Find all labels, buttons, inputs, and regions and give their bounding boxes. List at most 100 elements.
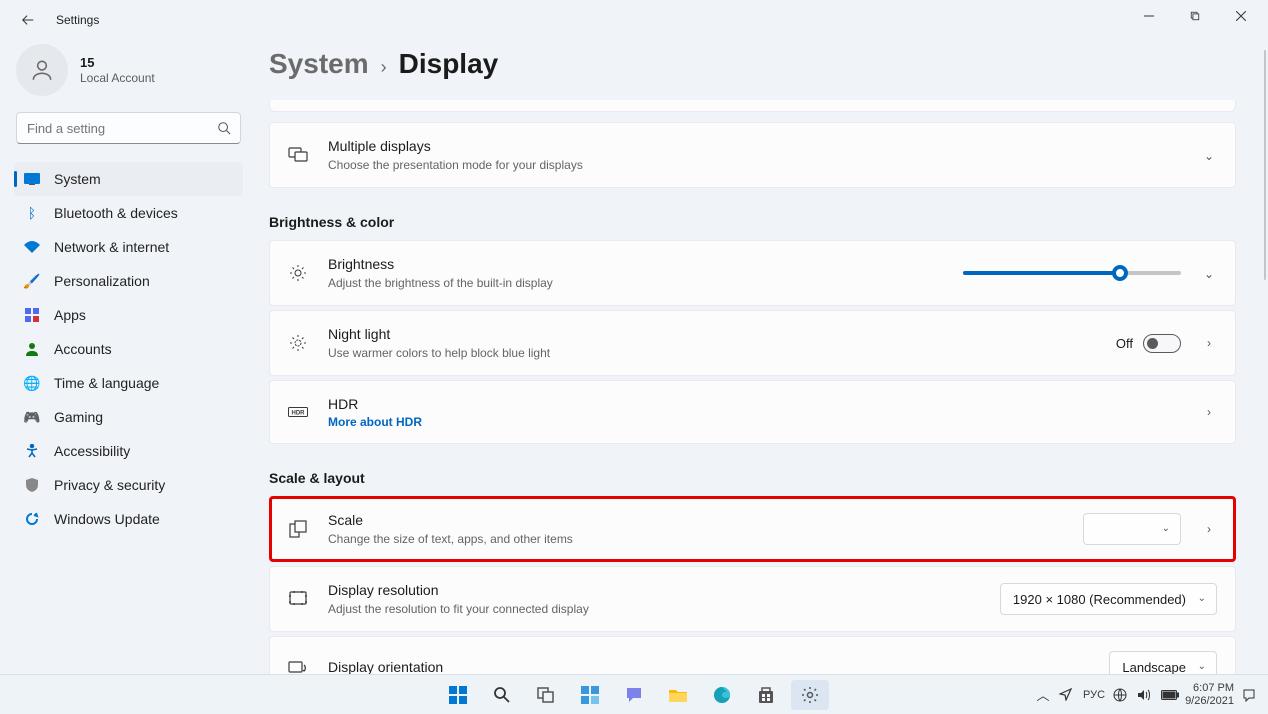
taskbar: ︿ РУС 6:07 PM 9/26/2021	[0, 674, 1268, 714]
breadcrumb-current: Display	[399, 48, 499, 80]
card-title: Brightness	[328, 255, 943, 273]
card-desc: Use warmer colors to help block blue lig…	[328, 345, 1096, 361]
edge-button[interactable]	[703, 680, 741, 710]
breadcrumb: System › Display	[269, 48, 1236, 80]
back-button[interactable]	[12, 4, 44, 36]
notifications-icon[interactable]	[1242, 688, 1258, 702]
brush-icon: 🖌️	[24, 273, 40, 289]
nav-item-time[interactable]: 🌐 Time & language	[14, 366, 243, 400]
nav-item-network[interactable]: Network & internet	[14, 230, 243, 264]
profile-name: 15	[80, 55, 155, 71]
nav-item-update[interactable]: Windows Update	[14, 502, 243, 536]
nav-item-personalization[interactable]: 🖌️ Personalization	[14, 264, 243, 298]
hdr-icon: HDR	[288, 402, 308, 422]
system-tray[interactable]: ︿ РУС 6:07 PM 9/26/2021	[1035, 675, 1258, 714]
globe-icon: 🌐	[24, 375, 40, 391]
display-icon	[24, 171, 40, 187]
night-light-toggle[interactable]	[1143, 334, 1181, 353]
card-hdr[interactable]: HDR HDR More about HDR ›	[269, 380, 1236, 444]
nav-label: Accessibility	[54, 443, 130, 459]
chevron-right-icon: ›	[1201, 405, 1217, 419]
tray-chevron-icon[interactable]: ︿	[1035, 685, 1051, 704]
nav-item-accessibility[interactable]: Accessibility	[14, 434, 243, 468]
chevron-down-icon: ⌄	[1201, 149, 1217, 163]
chevron-right-icon: ›	[1201, 336, 1217, 350]
chevron-down-icon: ⌄	[1198, 661, 1206, 672]
nav-label: Gaming	[54, 409, 103, 425]
brightness-slider[interactable]	[963, 271, 1181, 275]
card-title: Scale	[328, 511, 1063, 529]
toggle-label: Off	[1116, 336, 1133, 351]
clock[interactable]: 6:07 PM 9/26/2021	[1185, 682, 1234, 708]
card-scale[interactable]: Scale Change the size of text, apps, and…	[269, 496, 1236, 562]
search-input[interactable]	[16, 112, 241, 144]
search-container	[16, 112, 241, 144]
scale-dropdown[interactable]: ⌄	[1083, 513, 1181, 545]
taskview-button[interactable]	[527, 680, 565, 710]
resolution-icon	[288, 589, 308, 609]
nav-label: Time & language	[54, 375, 159, 391]
nav-label: Accounts	[54, 341, 112, 357]
minimize-button[interactable]	[1126, 0, 1172, 32]
card-brightness[interactable]: Brightness Adjust the brightness of the …	[269, 240, 1236, 306]
nav-item-accounts[interactable]: Accounts	[14, 332, 243, 366]
chevron-down-icon: ⌄	[1162, 523, 1170, 534]
nav-label: Personalization	[54, 273, 150, 289]
section-brightness: Brightness & color	[269, 214, 1236, 230]
nav-label: Network & internet	[54, 239, 169, 255]
card-orientation[interactable]: Display orientation Landscape⌄	[269, 636, 1236, 674]
card-title: HDR	[328, 395, 1181, 413]
sidebar: 15 Local Account System ᛒ Bluetooth & dev…	[0, 40, 255, 674]
language-indicator[interactable]: РУС	[1083, 689, 1105, 701]
card-title: Display resolution	[328, 581, 980, 599]
location-icon[interactable]	[1059, 688, 1075, 701]
section-scale: Scale & layout	[269, 470, 1236, 486]
settings-button[interactable]	[791, 680, 829, 710]
nav-item-privacy[interactable]: Privacy & security	[14, 468, 243, 502]
close-button[interactable]	[1218, 0, 1264, 32]
profile-block[interactable]: 15 Local Account	[14, 40, 243, 110]
nav-list: System ᛒ Bluetooth & devices Network & in…	[14, 162, 243, 536]
apps-icon	[24, 307, 40, 323]
nav-item-gaming[interactable]: 🎮Gaming	[14, 400, 243, 434]
nav-label: Privacy & security	[54, 477, 165, 493]
nav-label: Apps	[54, 307, 86, 323]
hdr-link[interactable]: More about HDR	[328, 415, 1181, 429]
nav-item-system[interactable]: System	[14, 162, 243, 196]
card-night-light[interactable]: Night light Use warmer colors to help bl…	[269, 310, 1236, 376]
profile-sub: Local Account	[80, 71, 155, 86]
nav-label: Windows Update	[54, 511, 160, 527]
nav-item-apps[interactable]: Apps	[14, 298, 243, 332]
card-resolution[interactable]: Display resolution Adjust the resolution…	[269, 566, 1236, 632]
night-light-icon	[288, 333, 308, 353]
widgets-button[interactable]	[571, 680, 609, 710]
chat-button[interactable]	[615, 680, 653, 710]
main-content: System › Display Multiple displays Choos…	[255, 40, 1268, 674]
wifi-icon	[24, 239, 40, 255]
resolution-dropdown[interactable]: 1920 × 1080 (Recommended)⌄	[1000, 583, 1217, 615]
scrollbar[interactable]	[1264, 50, 1266, 280]
network-tray-icon[interactable]	[1113, 688, 1129, 702]
search-icon	[217, 121, 231, 135]
window-title: Settings	[56, 13, 99, 27]
scale-icon	[288, 519, 308, 539]
battery-tray-icon[interactable]	[1161, 690, 1177, 700]
card-desc: Adjust the brightness of the built-in di…	[328, 275, 943, 291]
panel-cut-top	[269, 100, 1236, 112]
maximize-button[interactable]	[1172, 0, 1218, 32]
volume-tray-icon[interactable]	[1137, 689, 1153, 701]
nav-label: Bluetooth & devices	[54, 205, 178, 221]
breadcrumb-parent[interactable]: System	[269, 48, 369, 80]
start-button[interactable]	[439, 680, 477, 710]
card-multiple-displays[interactable]: Multiple displays Choose the presentatio…	[269, 122, 1236, 188]
chevron-right-icon: ›	[1201, 522, 1217, 536]
titlebar: Settings	[0, 0, 1268, 40]
store-button[interactable]	[747, 680, 785, 710]
nav-item-bluetooth[interactable]: ᛒ Bluetooth & devices	[14, 196, 243, 230]
explorer-button[interactable]	[659, 680, 697, 710]
orientation-dropdown[interactable]: Landscape⌄	[1109, 651, 1217, 674]
bluetooth-icon: ᛒ	[24, 205, 40, 221]
orientation-icon	[288, 657, 308, 674]
displays-icon	[288, 145, 308, 165]
search-taskbar-button[interactable]	[483, 680, 521, 710]
